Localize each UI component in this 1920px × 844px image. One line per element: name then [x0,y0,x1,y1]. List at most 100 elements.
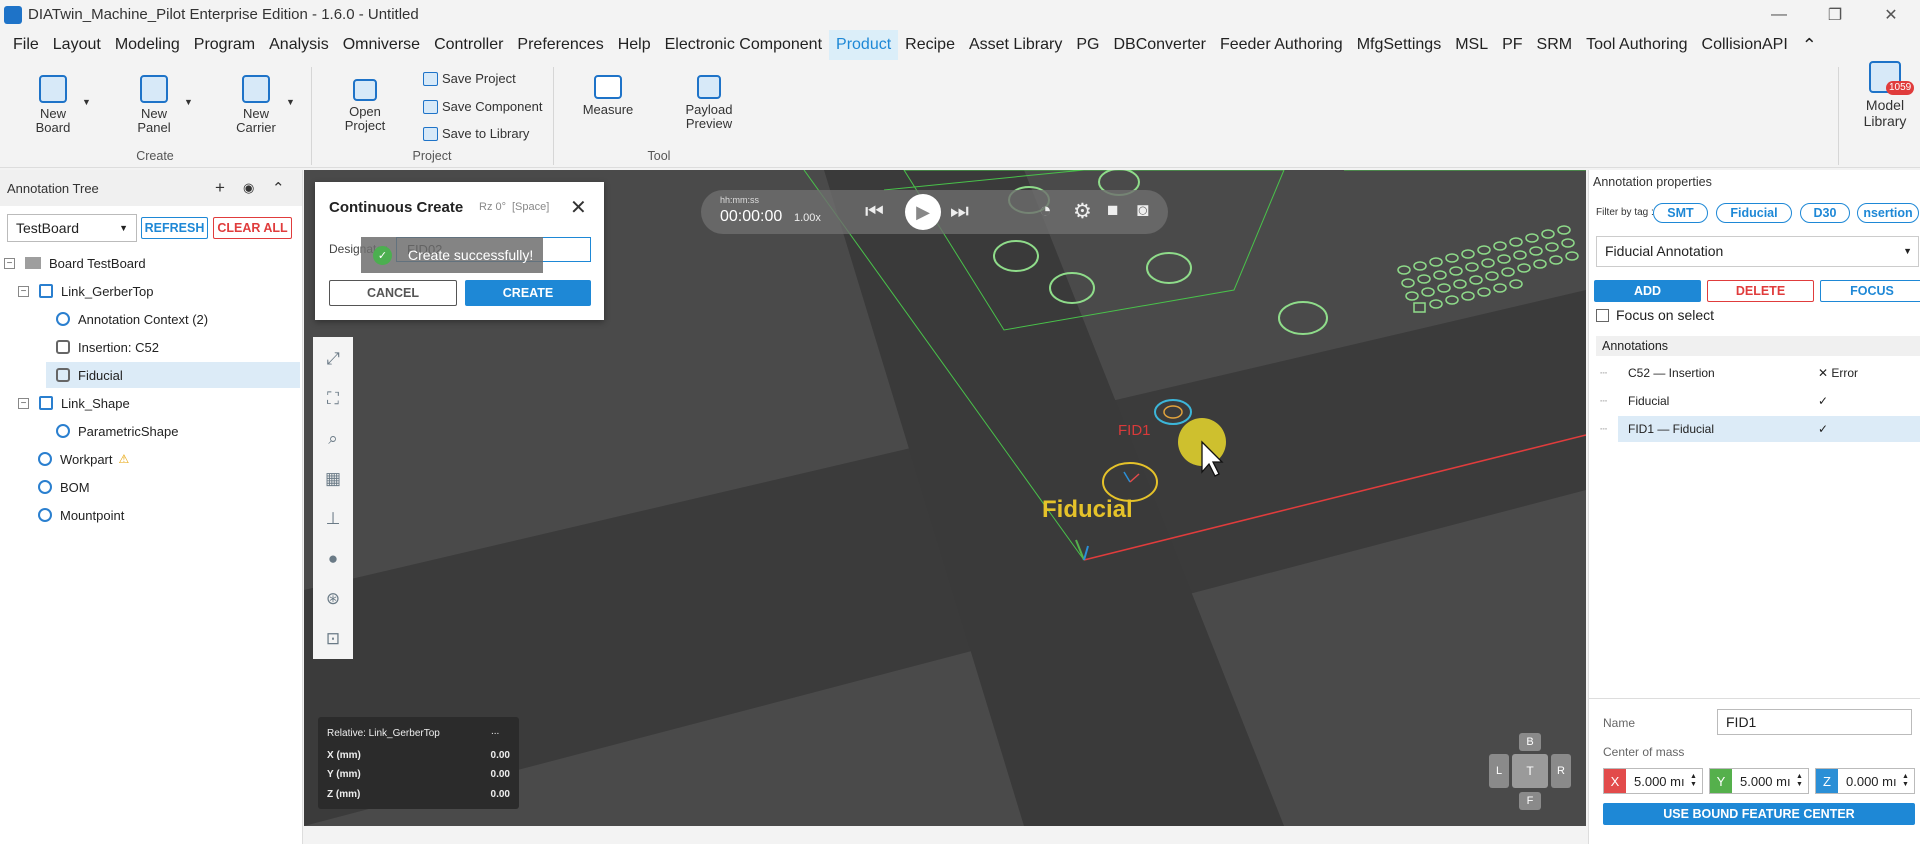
delete-button[interactable]: DELETE [1707,280,1814,302]
collapse-toggle[interactable]: − [18,397,29,409]
nav-left[interactable]: L [1489,754,1509,788]
skip-back-icon[interactable]: ⏮ [865,200,884,224]
menu-mfgsettings[interactable]: MfgSettings [1350,30,1448,60]
tag-smt[interactable]: SMT [1653,203,1708,223]
menu-product[interactable]: Product [829,30,899,60]
menu-program[interactable]: Program [187,30,262,60]
refresh-button[interactable]: REFRESH [141,217,208,239]
nav-back[interactable]: B [1519,733,1541,751]
model-library-button[interactable]: Model Library 1059 [1854,61,1916,129]
play-icon[interactable]: ▶ [905,194,941,230]
tree-item-link-gerbertop[interactable]: − Link_GerberTop [0,278,300,304]
stepper-icon[interactable]: ▲ ▼ [1796,773,1803,789]
gear-icon[interactable]: ⚙ [1073,199,1092,224]
focus-button[interactable]: FOCUS [1820,280,1920,302]
menu-help[interactable]: Help [611,30,658,60]
new-carrier-button[interactable]: New Carrier [233,75,279,135]
eye-icon[interactable]: ◉ [243,180,254,196]
tag-insertion[interactable]: nsertion [1857,203,1919,223]
tree-item-workpart[interactable]: Workpart ⚠ [0,446,300,472]
tree-item-fiducial[interactable]: Fiducial [46,362,300,388]
more-icon[interactable]: ... [491,726,499,737]
tree-item-insertion-c52[interactable]: Insertion: C52 [0,334,300,360]
annotation-row[interactable]: ┄ C52 — Insertion ✕ Error [1596,360,1920,386]
tree-item-parametric-shape[interactable]: ParametricShape [0,418,300,444]
step-forward-icon[interactable]: ⏭ [950,200,969,224]
annotation-row[interactable]: ┄ Fiducial ✓ [1596,388,1920,414]
focus-point-icon[interactable]: ⊡ [321,627,345,651]
save-project-button[interactable]: Save Project [423,71,516,86]
collapse-toggle[interactable]: − [4,257,15,269]
annotation-type-select[interactable]: Fiducial Annotation ▼ [1596,236,1919,267]
payload-preview-button[interactable]: Payload Preview [680,75,738,131]
chevron-down-icon[interactable]: ▼ [82,97,91,107]
tree-item-mountpoint[interactable]: Mountpoint [0,502,300,528]
orbit-icon[interactable]: ⊛ [321,587,345,611]
create-button[interactable]: CREATE [465,280,591,306]
tree-item-bom[interactable]: BOM [0,474,300,500]
menu-layout[interactable]: Layout [46,30,108,60]
z-input[interactable]: Z 0.000 mı ▲ ▼ [1815,768,1915,794]
close-button[interactable]: ✕ [1868,0,1914,29]
stepper-icon[interactable]: ▲ ▼ [1690,773,1697,789]
nav-top[interactable]: T [1512,754,1548,788]
menu-file[interactable]: File [6,30,46,60]
video-icon[interactable]: ■ [1107,200,1118,222]
tree-item-link-shape[interactable]: − Link_Shape [0,390,300,416]
tree-item-board[interactable]: − Board TestBoard [0,250,300,276]
save-to-library-button[interactable]: Save to Library [423,126,529,141]
menu-preferences[interactable]: Preferences [510,30,610,60]
nav-right[interactable]: R [1551,754,1571,788]
menu-omniverse[interactable]: Omniverse [336,30,427,60]
menu-dbconverter[interactable]: DBConverter [1106,30,1212,60]
tree-item-annotation-context[interactable]: Annotation Context (2) [0,306,300,332]
new-panel-button[interactable]: New Panel [131,75,177,135]
open-project-button[interactable]: Open Project [342,79,388,133]
focus-on-select-checkbox[interactable]: Focus on select [1596,307,1714,323]
collapse-toggle[interactable]: − [18,285,29,297]
add-button[interactable]: ADD [1594,280,1701,302]
menu-recipe[interactable]: Recipe [898,30,962,60]
y-input[interactable]: Y 5.000 mı ▲ ▼ [1709,768,1809,794]
menu-pg[interactable]: PG [1069,30,1106,60]
name-input[interactable]: FID1 [1717,709,1912,735]
shading-icon[interactable]: ● [321,547,345,571]
tag-fiducial[interactable]: Fiducial [1716,203,1792,223]
clear-all-button[interactable]: CLEAR ALL [213,217,292,239]
chevron-down-icon[interactable]: ▼ [184,97,193,107]
add-icon[interactable]: + [215,178,225,198]
annotation-row-selected[interactable]: ┄ FID1 — Fiducial ✓ [1596,416,1920,442]
menu-modeling[interactable]: Modeling [108,30,187,60]
collapse-icon[interactable]: ⌃ [272,179,285,197]
close-icon[interactable]: ✕ [570,195,587,220]
collapse-ribbon-icon[interactable]: ⌃ [1795,30,1824,60]
restore-button[interactable]: ❐ [1812,0,1858,29]
measure-button[interactable]: Measure [580,75,636,117]
board-select[interactable]: TestBoard ▼ [7,214,137,242]
menu-controller[interactable]: Controller [427,30,510,60]
minimize-button[interactable]: — [1756,0,1802,29]
zoom-icon[interactable]: ⌕ [321,427,345,451]
menu-srm[interactable]: SRM [1530,30,1580,60]
nav-front[interactable]: F [1519,792,1541,810]
menu-pf[interactable]: PF [1495,30,1529,60]
stepper-icon[interactable]: ▲ ▼ [1902,773,1909,789]
menu-analysis[interactable]: Analysis [262,30,336,60]
menu-feeder-authoring[interactable]: Feeder Authoring [1213,30,1350,60]
x-input[interactable]: X 5.000 mı ▲ ▼ [1603,768,1703,794]
fit-selection-icon[interactable]: ⛶ [321,387,345,411]
new-board-button[interactable]: New Board [30,75,76,135]
menu-msl[interactable]: MSL [1448,30,1495,60]
camera-icon[interactable]: ◙ [1137,200,1148,222]
chevron-down-icon[interactable]: ▼ [286,97,295,107]
menu-collisionapi[interactable]: CollisionAPI [1695,30,1795,60]
save-component-button[interactable]: Save Component [423,99,542,114]
use-bound-feature-center-button[interactable]: USE BOUND FEATURE CENTER [1603,803,1915,825]
tag-d30[interactable]: D30 [1800,203,1850,223]
cancel-button[interactable]: CANCEL [329,280,457,306]
grid-icon[interactable]: ▦ [321,467,345,491]
menu-asset-library[interactable]: Asset Library [962,30,1069,60]
menu-tool-authoring[interactable]: Tool Authoring [1579,30,1694,60]
speedometer-icon[interactable]: ◔ [1039,199,1052,223]
axes-icon[interactable]: ⊥ [321,507,345,531]
